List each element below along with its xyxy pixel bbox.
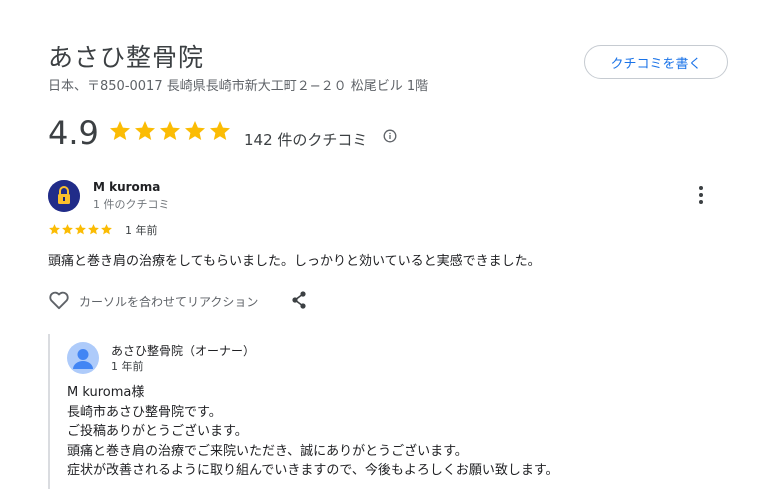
star-icon [185, 121, 205, 140]
average-rating: 4.9 [48, 114, 99, 152]
lock-icon [48, 180, 80, 212]
write-review-button[interactable]: クチコミを書く [584, 45, 728, 79]
reply-line: 頭痛と巻き肩の治療でご来院いただき、誠にありがとうございます。 [67, 443, 468, 459]
review-stars [48, 223, 113, 236]
reviewer-review-count: 1 件のクチコミ [93, 198, 170, 211]
reviewer-name[interactable]: M kuroma [93, 180, 160, 194]
owner-reply-text: M kuroma様 長崎市あさひ整骨院です。 ご投稿ありがとうございます。 頭痛… [67, 383, 559, 481]
star-icon [160, 121, 180, 140]
reviewer-avatar[interactable] [48, 180, 80, 212]
owner-reply-divider [48, 334, 50, 489]
star-icon [135, 121, 155, 140]
reply-line: M kuroma様 [67, 385, 145, 400]
star-icon [210, 121, 230, 140]
star-icon [110, 121, 130, 140]
reply-line: 長崎市あさひ整骨院です。 [67, 404, 222, 420]
star-icon [75, 224, 86, 235]
star-icon [49, 224, 60, 235]
star-icon [101, 224, 112, 235]
react-label[interactable]: カーソルを合わせてリアクション [79, 293, 258, 310]
star-icon [88, 224, 99, 235]
review-age: 1 年前 [125, 224, 158, 237]
place-title: あさひ整骨院 [48, 43, 205, 72]
review-text: 頭痛と巻き肩の治療をしてもらいました。しっかりと効いていると実感できました。 [48, 254, 541, 269]
heart-outline-icon[interactable] [48, 290, 70, 310]
star-icon [62, 224, 73, 235]
review-count: 142 件のクチコミ [244, 131, 368, 149]
place-address: 日本、〒850-0017 長崎県長崎市新大工町２−２０ 松尾ビル 1階 [48, 79, 429, 94]
reply-line: 症状が改善されるように取り組んでいきますので、今後もよろしくお願い致します。 [67, 463, 559, 478]
owner-reply-age: 1 年前 [111, 360, 144, 373]
person-icon [67, 342, 99, 374]
share-icon[interactable] [290, 290, 308, 310]
owner-name: あさひ整骨院（オーナー） [111, 344, 256, 358]
info-icon[interactable] [383, 129, 397, 143]
average-rating-stars [108, 119, 232, 143]
more-vert-icon[interactable] [693, 184, 709, 206]
reply-line: ご投稿ありがとうございます。 [67, 424, 248, 439]
